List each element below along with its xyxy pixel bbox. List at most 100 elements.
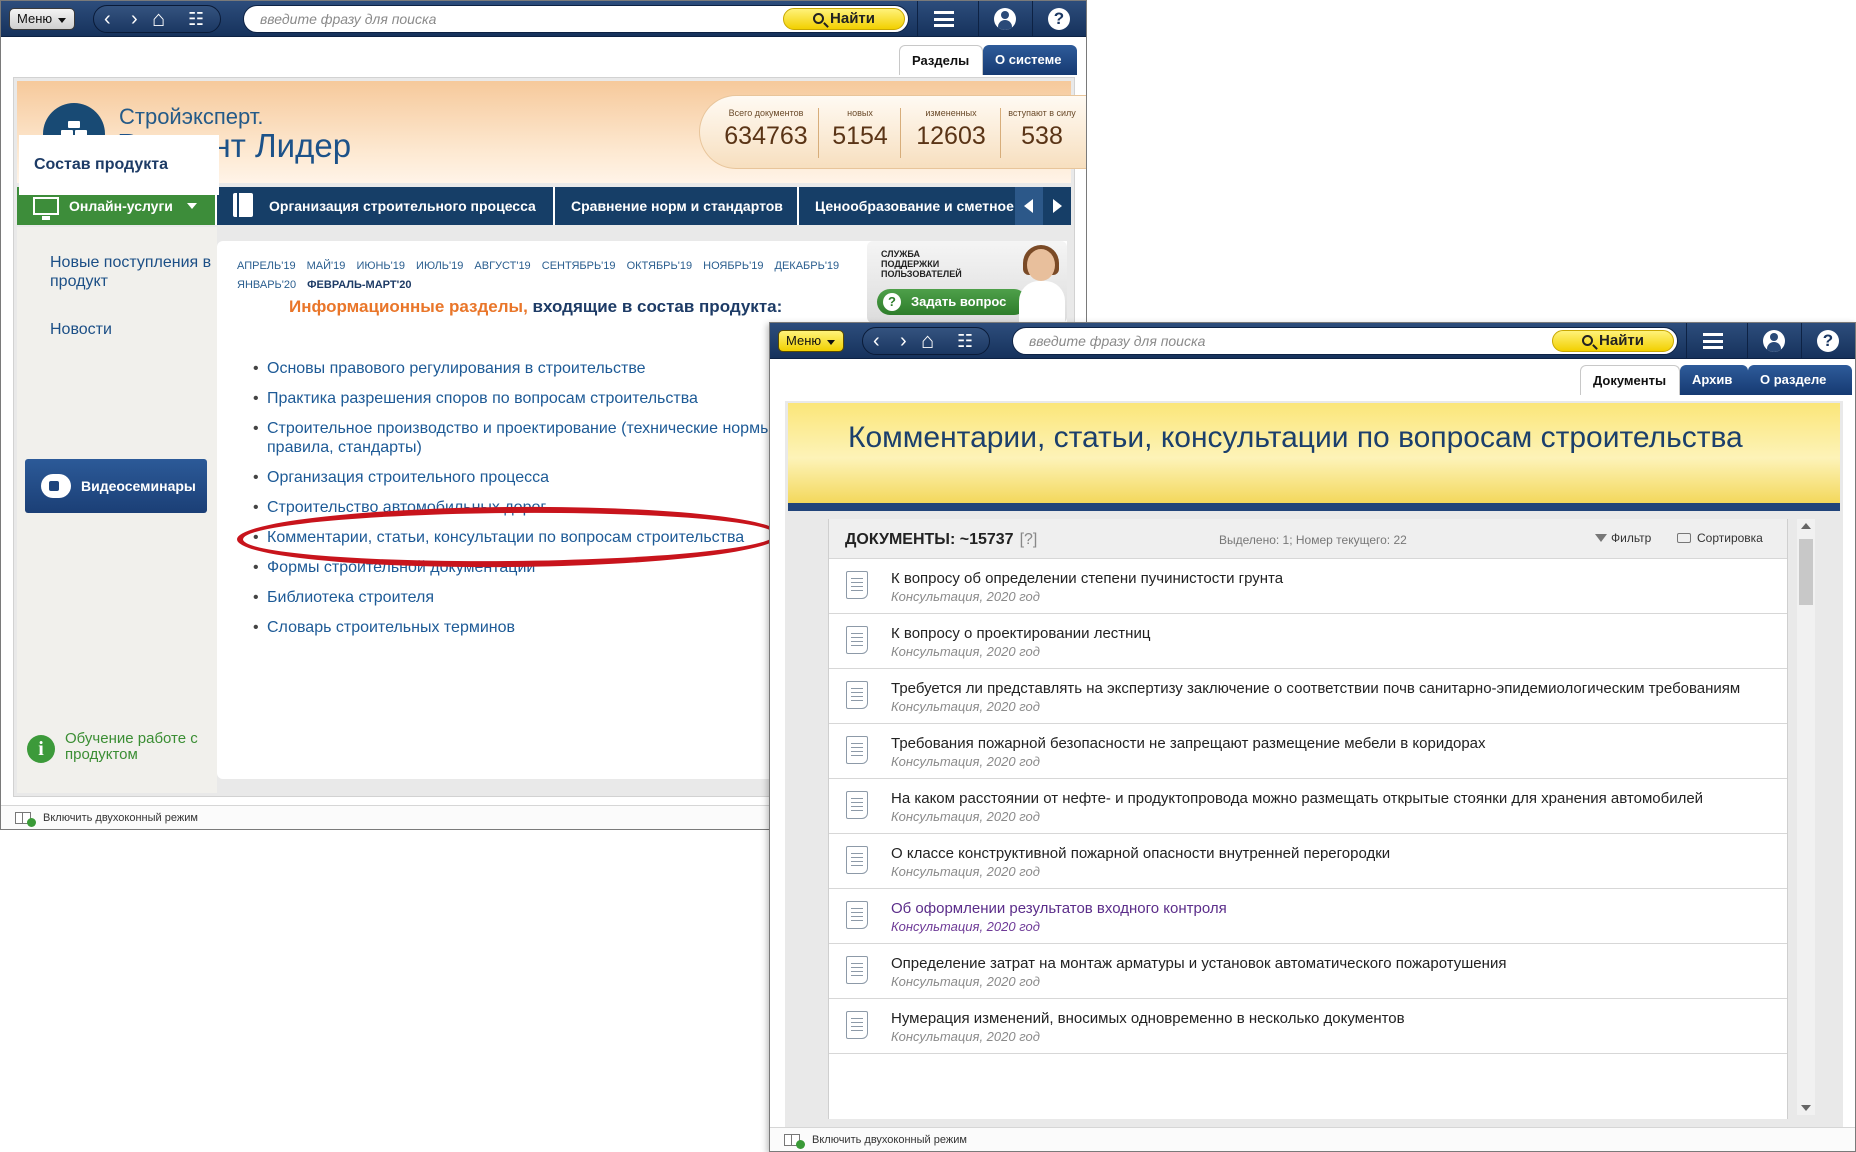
document-title[interactable]: К вопросу об определении степени пучинис…	[829, 559, 1787, 588]
user-icon	[994, 8, 1016, 30]
document-title[interactable]: Нумерация изменений, вносимых одновремен…	[829, 999, 1787, 1028]
back-icon[interactable]: ‹	[873, 329, 880, 353]
sort-icon	[1677, 533, 1691, 543]
scroll-down-icon[interactable]	[1801, 1105, 1811, 1111]
scroll-up-icon[interactable]	[1801, 523, 1811, 529]
document-row[interactable]: О классе конструктивной пожарной опаснос…	[829, 834, 1787, 889]
help-icon: ?	[1817, 330, 1839, 352]
grid-icon[interactable]: ☷	[188, 7, 204, 31]
document-row[interactable]: Нумерация изменений, вносимых одновремен…	[829, 999, 1787, 1054]
dual-window-icon[interactable]	[15, 812, 36, 827]
nav-scroll-left[interactable]	[1015, 187, 1043, 225]
month-link[interactable]: ОКТЯБРЬ'19	[627, 260, 693, 272]
ask-question-button[interactable]: ? Задать вопрос	[877, 289, 1027, 315]
video-seminars-button[interactable]: Видеосеминары	[25, 459, 207, 513]
find-button[interactable]: Найти	[1552, 330, 1674, 352]
hamburger-button[interactable]	[917, 1, 969, 37]
book-icon	[233, 193, 253, 217]
help-button[interactable]: ?	[1032, 1, 1084, 37]
document-panel: ДОКУМЕНТЫ: ~15737 [?] Выделено: 1; Номер …	[828, 519, 1788, 1119]
user-button[interactable]	[1747, 323, 1799, 359]
count-hint-link[interactable]: [?]	[1020, 531, 1038, 548]
grid-icon[interactable]: ☷	[957, 329, 973, 353]
dual-window-toggle[interactable]: Включить двухоконный режим	[43, 812, 198, 824]
camera-icon	[41, 474, 71, 498]
month-link[interactable]: ДЕКАБРЬ'19	[775, 260, 840, 272]
document-title[interactable]: Определение затрат на монтаж арматуры и …	[829, 944, 1787, 973]
document-row[interactable]: На каком расстоянии от нефте- и продукто…	[829, 779, 1787, 834]
hamburger-button[interactable]	[1686, 323, 1738, 359]
nav-compare-norms[interactable]: Сравнение норм и стандартов	[555, 187, 799, 225]
menu-dropdown-icon	[827, 340, 835, 345]
month-link[interactable]: АПРЕЛЬ'19	[237, 260, 296, 272]
nav-scroll-right[interactable]	[1043, 187, 1071, 225]
chevron-down-icon	[186, 203, 197, 209]
document-icon	[846, 1011, 868, 1039]
search-input[interactable]	[260, 11, 670, 27]
section-title: Комментарии, статьи, консультации по воп…	[848, 421, 1743, 454]
filter-icon	[1595, 534, 1607, 542]
tab-about-section[interactable]: О разделе	[1748, 365, 1852, 395]
document-icon	[846, 681, 868, 709]
month-link[interactable]: АВГУСТ'19	[474, 260, 530, 272]
stat-new: новых 5154	[832, 108, 888, 150]
help-icon: ?	[1048, 8, 1070, 30]
document-row[interactable]: К вопросу о проектировании лестниц Консу…	[829, 614, 1787, 669]
document-row[interactable]: К вопросу об определении степени пучинис…	[829, 559, 1787, 614]
document-row[interactable]: Определение затрат на монтаж арматуры и …	[829, 944, 1787, 999]
home-icon[interactable]: ⌂	[152, 7, 165, 31]
sidebar-item-new-arrivals[interactable]: Новые поступления в продукт	[50, 253, 220, 291]
find-button[interactable]: Найти	[783, 8, 905, 30]
search-icon	[1582, 335, 1594, 346]
tab-documents[interactable]: Документы	[1580, 365, 1680, 395]
scroll-thumb[interactable]	[1799, 539, 1813, 605]
menu-button[interactable]: Меню	[9, 8, 75, 30]
info-icon: i	[27, 735, 55, 763]
document-title[interactable]: К вопросу о проектировании лестниц	[829, 614, 1787, 643]
menu-button[interactable]: Меню	[778, 330, 844, 352]
document-title[interactable]: Об оформлении результатов входного контр…	[829, 889, 1787, 918]
dual-window-toggle[interactable]: Включить двухоконный режим	[812, 1134, 967, 1146]
document-row[interactable]: Требования пожарной безопасности не запр…	[829, 724, 1787, 779]
nav-construction-process[interactable]: Организация строительного процесса	[217, 187, 555, 225]
help-button[interactable]: ?	[1801, 323, 1853, 359]
sidebar-item-composition[interactable]: Состав продукта	[19, 135, 219, 195]
document-title[interactable]: Требуется ли представлять на экспертизу …	[829, 669, 1787, 698]
document-subtitle: Консультация, 2020 год	[891, 754, 1040, 769]
month-link[interactable]: ЯНВАРЬ'20	[237, 279, 296, 291]
document-title[interactable]: На каком расстоянии от нефте- и продукто…	[829, 779, 1787, 808]
user-button[interactable]	[978, 1, 1030, 37]
section-link[interactable]: • Строительное производство и проектирова…	[253, 419, 807, 457]
document-row[interactable]: Требуется ли представлять на экспертизу …	[829, 669, 1787, 724]
document-list-header: ДОКУМЕНТЫ: ~15737 [?] Выделено: 1; Номер …	[829, 519, 1787, 559]
tab-about-system[interactable]: О системе	[983, 45, 1077, 75]
document-subtitle: Консультация, 2020 год	[891, 589, 1040, 604]
filter-button[interactable]: Фильтр	[1595, 531, 1651, 545]
document-subtitle: Консультация, 2020 год	[891, 644, 1040, 659]
month-link[interactable]: МАЙ'19	[307, 260, 346, 272]
month-link[interactable]: СЕНТЯБРЬ'19	[542, 260, 616, 272]
search-input[interactable]	[1029, 333, 1439, 349]
sidebar-item-news[interactable]: Новости	[50, 320, 220, 339]
month-link[interactable]: ИЮЛЬ'19	[416, 260, 463, 272]
tab-archive[interactable]: Архив	[1680, 365, 1748, 395]
document-row-visited[interactable]: Об оформлении результатов входного контр…	[829, 889, 1787, 944]
support-widget: СЛУЖБА ПОДДЕРЖКИ ПОЛЬЗОВАТЕЛЕЙ ? Задать в…	[867, 241, 1067, 323]
home-icon[interactable]: ⌂	[921, 329, 934, 353]
nav-pricing[interactable]: Ценообразование и сметное	[799, 187, 1031, 225]
dual-window-icon[interactable]	[784, 1134, 805, 1149]
document-scrollbar[interactable]	[1797, 519, 1815, 1115]
forward-icon[interactable]: ›	[131, 7, 138, 31]
document-icon	[846, 846, 868, 874]
document-title[interactable]: О классе конструктивной пожарной опаснос…	[829, 834, 1787, 863]
month-link[interactable]: НОЯБРЬ'19	[703, 260, 763, 272]
sort-button[interactable]: Сортировка	[1677, 531, 1763, 545]
document-icon	[846, 956, 868, 984]
menu-dropdown-icon	[58, 18, 66, 23]
month-link-current[interactable]: ФЕВРАЛЬ-МАРТ'20	[307, 279, 411, 291]
document-title[interactable]: Требования пожарной безопасности не запр…	[829, 724, 1787, 753]
forward-icon[interactable]: ›	[900, 329, 907, 353]
tab-sections[interactable]: Разделы	[899, 45, 983, 75]
month-link[interactable]: ИЮНЬ'19	[356, 260, 405, 272]
back-icon[interactable]: ‹	[104, 7, 111, 31]
